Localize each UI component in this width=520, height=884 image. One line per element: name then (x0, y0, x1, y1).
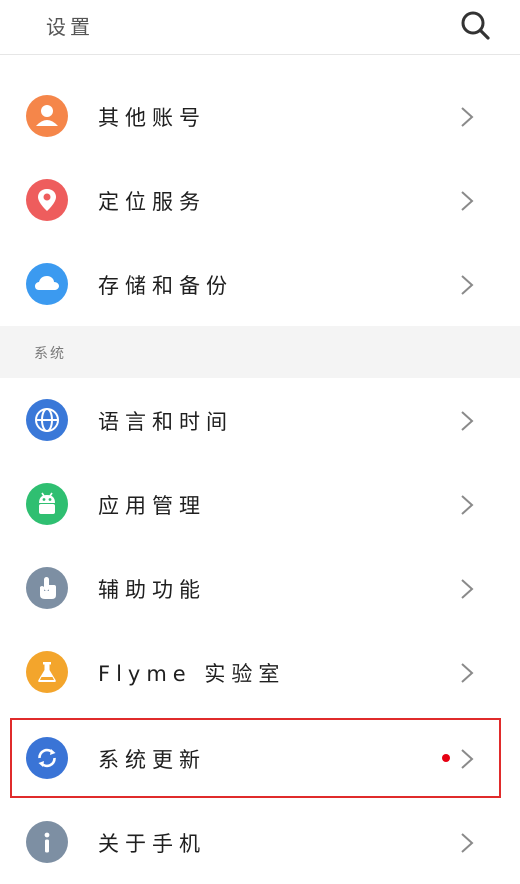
info-icon (26, 821, 68, 863)
android-icon (26, 483, 68, 525)
chevron-right-icon (459, 106, 475, 128)
chevron-right-icon (459, 662, 475, 684)
page-title: 设置 (46, 15, 94, 39)
settings-item-flyme-lab[interactable]: Flyme 实验室 (0, 630, 520, 714)
chevron-right-icon (459, 832, 475, 854)
globe-icon (26, 399, 68, 441)
chevron-right-icon (459, 190, 475, 212)
highlight-box (10, 718, 501, 798)
settings-item-label: 应用管理 (98, 494, 206, 518)
flask-icon (26, 651, 68, 693)
search-icon[interactable] (458, 8, 492, 42)
chevron-right-icon (459, 274, 475, 296)
settings-item-accessibility[interactable]: 辅助功能 (0, 546, 520, 630)
location-icon (26, 179, 68, 221)
section-header-system: 系统 (0, 326, 520, 378)
settings-item-label: Flyme 实验室 (98, 662, 286, 686)
settings-item-label: 辅助功能 (98, 578, 206, 602)
section-label: 系统 (34, 346, 66, 362)
settings-item-label: 其他账号 (98, 106, 206, 130)
settings-item-location[interactable]: 定位服务 (0, 158, 520, 242)
settings-item-other-accounts[interactable]: 其他账号 (0, 74, 520, 158)
settings-item-label: 语言和时间 (98, 410, 233, 434)
settings-item-app-management[interactable]: 应用管理 (0, 462, 520, 546)
chevron-right-icon (459, 494, 475, 516)
settings-item-language-time[interactable]: 语言和时间 (0, 378, 520, 462)
hand-icon (26, 567, 68, 609)
cloud-icon (26, 263, 68, 305)
top-bar: 设置 (0, 0, 520, 55)
settings-item-label: 定位服务 (98, 190, 206, 214)
chevron-right-icon (459, 410, 475, 432)
settings-item-about-phone[interactable]: 关于手机 (0, 800, 520, 884)
settings-item-label: 关于手机 (98, 832, 206, 856)
chevron-right-icon (459, 578, 475, 600)
account-icon (26, 95, 68, 137)
settings-item-label: 存储和备份 (98, 274, 233, 298)
settings-item-storage-backup[interactable]: 存储和备份 (0, 242, 520, 326)
